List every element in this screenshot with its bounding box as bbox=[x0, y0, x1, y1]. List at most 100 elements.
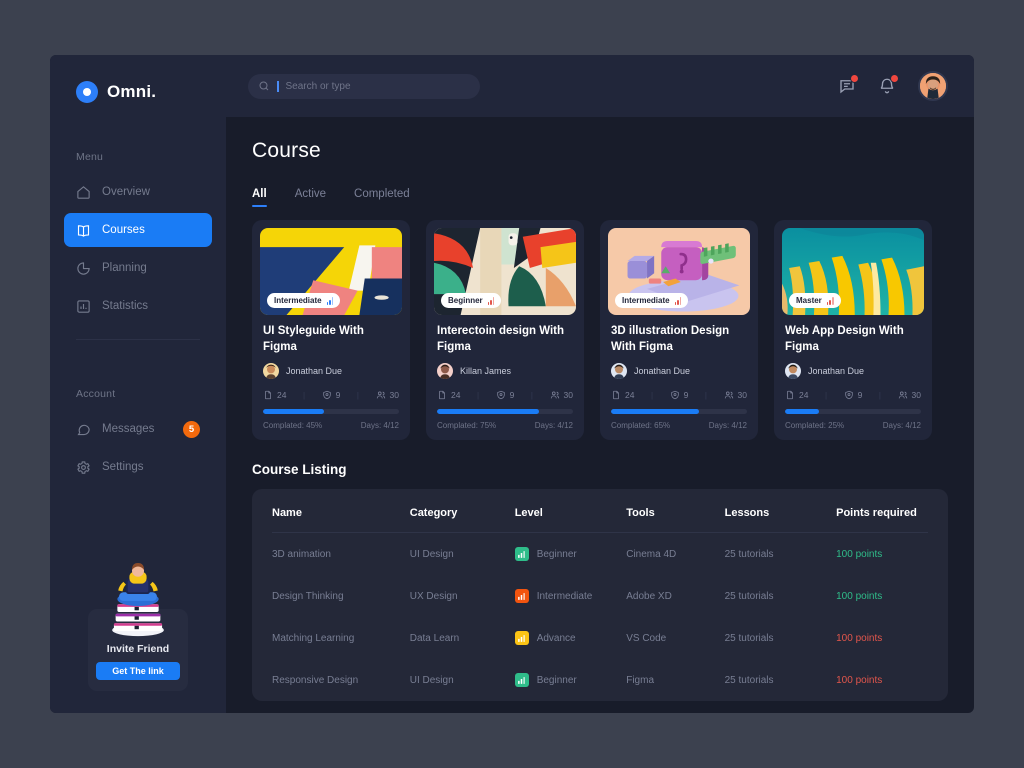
table-row[interactable]: Responsive Design UI Design Beginner Figma 2… bbox=[272, 659, 928, 701]
days-label: Days: 4/12 bbox=[708, 421, 747, 431]
cell-tools: Cinema 4D bbox=[626, 548, 677, 560]
sidebar-item-label: Overview bbox=[102, 186, 150, 198]
topbar: Search or type bbox=[226, 55, 974, 117]
avatar[interactable] bbox=[918, 71, 948, 101]
bar-chart-icon bbox=[826, 296, 834, 305]
sidebar-item-overview[interactable]: Overview bbox=[64, 175, 212, 209]
home-icon bbox=[76, 185, 91, 200]
cell-tools: Figma bbox=[626, 674, 655, 686]
course-footer: Complated: 65% Days: 4/12 bbox=[611, 421, 747, 430]
course-title: Web App Design With Figma bbox=[785, 325, 904, 353]
table-row[interactable]: Matching Learning Data Learn Advance VS Cod… bbox=[272, 617, 928, 659]
sidebar-item-statistics[interactable]: Statistics bbox=[64, 289, 212, 323]
table-row[interactable]: Design Thinking UX Design Intermediate Adob… bbox=[272, 575, 928, 617]
column-header-points[interactable]: Points required bbox=[836, 489, 928, 534]
message-badge-dot bbox=[850, 74, 859, 83]
stat-separator: | bbox=[878, 390, 881, 400]
text-caret bbox=[277, 80, 279, 92]
course-thumbnail: Intermediate bbox=[608, 228, 750, 315]
completed-label: Complated: 45% bbox=[263, 421, 323, 431]
cell-lessons: 25 tutorials bbox=[724, 548, 774, 560]
completed-label: Complated: 75% bbox=[437, 421, 497, 431]
tab-all[interactable]: All bbox=[252, 188, 267, 207]
table-row[interactable]: 3D animation UI Design Beginner Cinema 4D 25… bbox=[272, 533, 928, 576]
bell-icon[interactable] bbox=[878, 74, 899, 95]
course-card[interactable]: Intermediate 3D illustration Design With… bbox=[600, 220, 758, 441]
sidebar-account-list: Messages 5 Settings bbox=[50, 412, 226, 484]
listing-table: Name Category Level Tools Lessons Points… bbox=[272, 489, 928, 701]
course-footer: Complated: 45% Days: 4/12 bbox=[263, 421, 399, 430]
cell-level: Beginner bbox=[514, 659, 627, 701]
sidebar-item-courses[interactable]: Courses bbox=[64, 213, 212, 247]
stat-separator: | bbox=[530, 390, 533, 400]
brand-name: Omni. bbox=[107, 82, 157, 101]
stat-separator: | bbox=[356, 390, 359, 400]
sidebar-item-label: Settings bbox=[102, 461, 144, 473]
sidebar-item-settings[interactable]: Settings bbox=[64, 450, 212, 484]
message-icon[interactable] bbox=[838, 74, 859, 95]
completed-label: Complated: 65% bbox=[611, 421, 671, 431]
bell-badge-dot bbox=[890, 74, 899, 83]
course-title: UI Styleguide With Figma bbox=[263, 325, 364, 353]
invite-friend-card: Invite Friend Get The link bbox=[88, 563, 188, 691]
members-count: 30 bbox=[737, 390, 748, 401]
column-header-lessons[interactable]: Lessons bbox=[724, 489, 837, 534]
brand-logo[interactable]: Omni. bbox=[50, 55, 226, 103]
files-count: 24 bbox=[625, 390, 635, 401]
gear-icon bbox=[76, 460, 91, 475]
progress-bar bbox=[785, 409, 921, 415]
files-stat: 24 bbox=[611, 390, 634, 400]
course-stats: 24 | 9 | 30 bbox=[437, 390, 573, 400]
cell-points: 100 points bbox=[836, 632, 883, 644]
progress-bar bbox=[611, 409, 747, 415]
sidebar-item-planning[interactable]: Planning bbox=[64, 251, 212, 285]
author-name: Jonathan Due bbox=[808, 366, 865, 377]
book-icon bbox=[76, 223, 91, 238]
sidebar-item-label: Messages bbox=[102, 423, 155, 435]
course-card[interactable]: Beginner Interectoin design With Figma K… bbox=[426, 220, 584, 441]
completed-label: Complated: 25% bbox=[785, 421, 845, 431]
people-icon bbox=[898, 391, 907, 399]
course-listing-title: Course Listing bbox=[252, 462, 347, 478]
cell-name: 3D animation bbox=[272, 548, 331, 560]
sidebar-menu-label: Menu bbox=[76, 151, 104, 163]
column-header-level[interactable]: Level bbox=[514, 489, 627, 534]
sidebar-divider bbox=[76, 339, 200, 340]
cell-category: UX Design bbox=[409, 590, 458, 602]
sidebar-menu-list: Overview Courses Planning Statistics bbox=[50, 175, 226, 323]
tab-completed[interactable]: Completed bbox=[354, 188, 410, 207]
cell-category: UI Design bbox=[409, 548, 454, 560]
awards-stat: 9 bbox=[322, 390, 340, 400]
course-card[interactable]: Master Web App Design With Figma Jonatha… bbox=[774, 220, 932, 441]
column-header-tools[interactable]: Tools bbox=[626, 489, 725, 534]
chat-bubble-icon bbox=[76, 422, 91, 437]
level-badge: Master bbox=[789, 293, 841, 308]
days-label: Days: 4/12 bbox=[882, 421, 921, 431]
cell-level: Beginner bbox=[514, 533, 627, 576]
course-footer: Complated: 25% Days: 4/12 bbox=[785, 421, 921, 430]
tab-active[interactable]: Active bbox=[295, 188, 326, 207]
cell-lessons: 25 tutorials bbox=[724, 590, 774, 602]
file-icon bbox=[265, 390, 271, 400]
members-stat: 30 bbox=[550, 390, 573, 400]
sidebar-item-messages[interactable]: Messages 5 bbox=[64, 412, 212, 446]
search-input[interactable]: Search or type bbox=[248, 73, 480, 99]
members-stat: 30 bbox=[898, 390, 921, 400]
pie-chart-icon bbox=[76, 261, 91, 276]
cell-name: Matching Learning bbox=[272, 632, 355, 644]
level-chip-icon bbox=[514, 547, 529, 562]
cell-lessons: 25 tutorials bbox=[724, 632, 774, 644]
get-the-link-button[interactable]: Get The link bbox=[96, 662, 180, 680]
cell-level: Advance bbox=[514, 617, 627, 659]
files-stat: 24 bbox=[437, 390, 460, 400]
cell-category: UI Design bbox=[409, 674, 454, 686]
sidebar: Omni. Menu Overview Courses Planning Sta… bbox=[50, 55, 226, 713]
app-window: Omni. Menu Overview Courses Planning Sta… bbox=[50, 55, 974, 713]
days-label: Days: 4/12 bbox=[534, 421, 573, 431]
stat-separator: | bbox=[704, 390, 707, 400]
page-title: Course bbox=[252, 139, 321, 162]
column-header-category[interactable]: Category bbox=[409, 489, 515, 534]
column-header-name[interactable]: Name bbox=[272, 489, 410, 534]
course-card[interactable]: Intermediate UI Styleguide With Figma Jo… bbox=[252, 220, 410, 441]
cell-tools: VS Code bbox=[626, 632, 667, 644]
